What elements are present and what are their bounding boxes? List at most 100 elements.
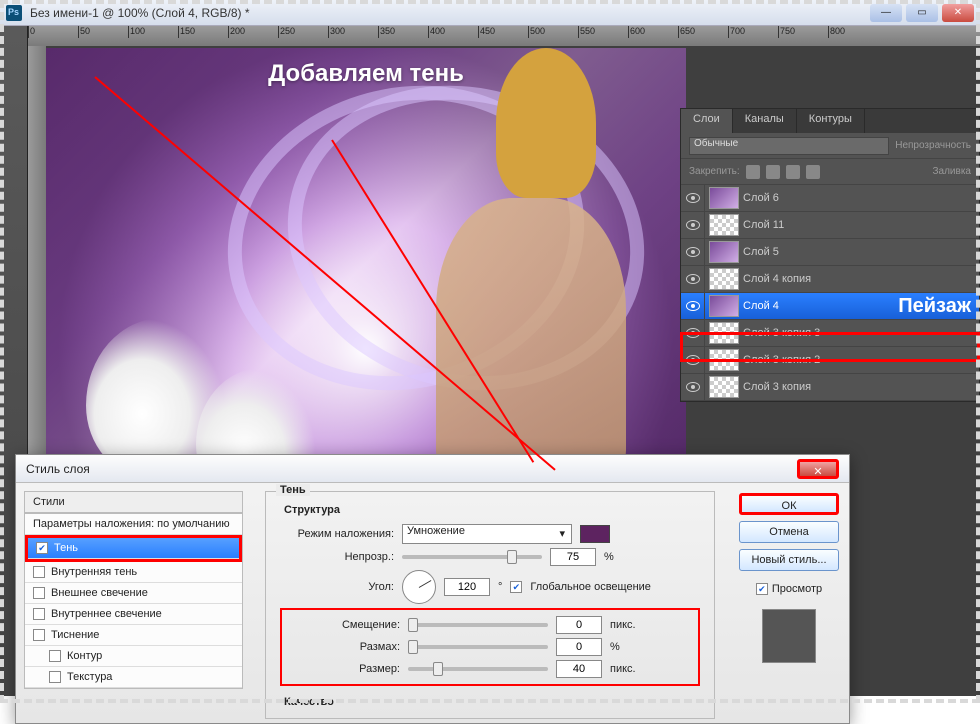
opacity-input[interactable] [550,548,596,566]
ruler-tick-label: 750 [780,26,795,36]
opacity-unit: % [604,551,614,563]
layer-row[interactable]: Слой 3 копия [681,374,979,401]
preview-label: Просмотр [772,583,822,595]
style-checkbox[interactable] [33,608,45,620]
tab-paths[interactable]: Контуры [797,109,865,133]
annotation-highlight-layer [680,332,980,362]
style-checkbox[interactable] [36,542,48,554]
spread-slider[interactable] [408,645,548,649]
style-label: Тиснение [51,629,99,641]
visibility-toggle[interactable] [681,374,705,400]
ruler-tick-label: 0 [30,26,35,36]
lock-transparency-icon[interactable] [746,165,760,179]
distance-slider[interactable] [408,623,548,627]
girl-figure [436,198,626,478]
preview-checkbox[interactable] [756,583,768,595]
annotation-highlight-sliders: Смещение: пикс. Размах: % [280,608,700,686]
angle-input[interactable] [444,578,490,596]
app-logo-icon [6,5,22,21]
tab-layers[interactable]: Слои [681,109,733,133]
ruler-tick-label: 650 [680,26,695,36]
layer-thumbnail[interactable] [709,295,739,317]
layers-list: Слой 6 Слой 11 Слой 5 Слой 4 копия Слой … [681,185,979,401]
eye-icon [686,193,700,203]
lock-pixels-icon[interactable] [766,165,780,179]
style-checkbox[interactable] [33,566,45,578]
style-checkbox[interactable] [49,671,61,683]
opacity-slider[interactable] [402,555,542,559]
size-input[interactable] [556,660,602,678]
style-label: Тень [54,542,78,554]
layer-row[interactable]: Слой 5 [681,239,979,266]
size-label: Размер: [286,663,400,675]
style-item[interactable]: Внутреннее свечение [25,604,242,625]
style-item[interactable]: Внутренняя тень [25,562,242,583]
blend-mode-dropdown[interactable]: Умножение [402,524,572,544]
layer-row[interactable]: Слой 4 копия [681,266,979,293]
angle-dial[interactable] [402,570,436,604]
layer-row[interactable]: Слой 4 Пейзаж [681,293,979,320]
visibility-toggle[interactable] [681,239,705,265]
distance-label: Смещение: [286,619,400,631]
layer-name-label: Слой 4 копия [743,273,811,285]
close-window-button[interactable]: ✕ [942,4,974,22]
layer-name-label: Слой 4 [743,300,779,312]
blending-defaults-row[interactable]: Параметры наложения: по умолчанию [25,514,242,535]
ruler-tick-label: 500 [530,26,545,36]
canvas[interactable]: Добавляем тень [46,48,686,478]
layer-thumbnail[interactable] [709,268,739,290]
blend-mode-select[interactable]: Обычные [689,137,889,155]
tab-channels[interactable]: Каналы [733,109,797,133]
distance-input[interactable] [556,616,602,634]
spread-label: Размах: [286,641,400,653]
eye-icon [686,274,700,284]
layer-thumbnail[interactable] [709,214,739,236]
styles-header[interactable]: Стили [24,491,243,513]
lock-all-icon[interactable] [806,165,820,179]
layer-row[interactable]: Слой 11 [681,212,979,239]
style-item[interactable]: Контур [25,646,242,667]
global-light-checkbox[interactable] [510,581,522,593]
layer-thumbnail[interactable] [709,241,739,263]
style-label: Контур [67,650,102,662]
ruler-tick-label: 150 [180,26,195,36]
visibility-toggle[interactable] [681,185,705,211]
visibility-toggle[interactable] [681,212,705,238]
window-title: Без имени-1 @ 100% (Слой 4, RGB/8) * [30,6,250,20]
layer-thumbnail[interactable] [709,187,739,209]
fill-label: Заливка [933,166,972,177]
style-item[interactable]: Внешнее свечение [25,583,242,604]
style-item[interactable]: Тиснение [25,625,242,646]
dialog-close-button[interactable]: ✕ [797,459,839,479]
ruler-tick-label: 800 [830,26,845,36]
ok-button[interactable]: ОК [739,493,839,515]
visibility-toggle[interactable] [681,293,705,319]
spread-input[interactable] [556,638,602,656]
settings-column: Тень Структура Режим наложения: Умножени… [251,483,729,723]
style-checkbox[interactable] [33,587,45,599]
shadow-color-swatch[interactable] [580,525,610,543]
maximize-button[interactable]: ▭ [906,4,938,22]
style-checkbox[interactable] [49,650,61,662]
preview-swatch [762,609,816,663]
visibility-toggle[interactable] [681,266,705,292]
ruler-tick-label: 350 [380,26,395,36]
minimize-button[interactable]: — [870,4,902,22]
ruler-tick-label: 400 [430,26,445,36]
style-checkbox[interactable] [33,629,45,641]
shadow-fieldset: Тень Структура Режим наложения: Умножени… [265,491,715,719]
style-label: Внутренняя тень [51,566,137,578]
layer-row[interactable]: Слой 6 [681,185,979,212]
lock-position-icon[interactable] [786,165,800,179]
cancel-button[interactable]: Отмена [739,521,839,543]
style-item[interactable]: Тень [28,538,239,559]
layer-thumbnail[interactable] [709,376,739,398]
layer-name-label: Слой 5 [743,246,779,258]
photoshop-window: Без имени-1 @ 100% (Слой 4, RGB/8) * — ▭… [0,0,980,696]
main-area: 0501001502002503003504004505005506006507… [0,26,980,696]
ruler-tick-label: 700 [730,26,745,36]
size-slider[interactable] [408,667,548,671]
blending-defaults-label: Параметры наложения: по умолчанию [33,518,230,530]
style-item[interactable]: Текстура [25,667,242,688]
new-style-button[interactable]: Новый стиль... [739,549,839,571]
